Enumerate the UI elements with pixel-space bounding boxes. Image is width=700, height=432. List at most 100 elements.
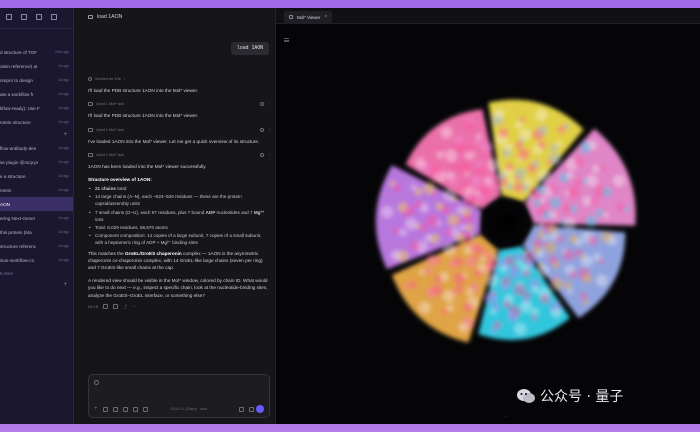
tool-icon[interactable] — [122, 406, 128, 412]
atom-speckle — [513, 283, 526, 296]
assistant-message: 1AON has been loaded into the Mol* viewe… — [88, 164, 207, 170]
overview-heading: Structure overview of 1AON: — [88, 176, 152, 182]
sidebar-toolbar — [0, 8, 73, 26]
atom-speckle — [414, 200, 423, 209]
attach-icon[interactable] — [94, 380, 99, 385]
atom-speckle — [599, 165, 606, 172]
sidebar-item-active[interactable]: AON — [0, 197, 73, 211]
settings-icon[interactable] — [239, 406, 244, 412]
user-message: load 1AON — [231, 42, 269, 55]
sidebar-item[interactable]: rotein 1d ago — [0, 183, 73, 197]
atom-speckle — [579, 292, 588, 301]
mic-icon[interactable] — [249, 406, 254, 412]
more-icon[interactable]: ⋯ — [132, 304, 136, 310]
atom-speckle — [595, 209, 604, 218]
atom-speckle — [567, 186, 580, 199]
watermark-text: 公众号 · 量子 — [540, 389, 624, 405]
search-icon[interactable] — [21, 14, 27, 20]
sidebar-item[interactable]: d structure of TOF 24m ago — [0, 45, 73, 59]
add-icon[interactable]: + — [63, 282, 67, 288]
atom-speckle — [418, 269, 425, 276]
composer-toolbar: + GLM-5.1 (Zhipu) · auto — [94, 406, 264, 412]
tool-call-row[interactable]: Used 1 Mol* tool › — [88, 99, 270, 109]
atom-speckle — [551, 307, 562, 318]
atom-speckle — [535, 184, 546, 195]
mol-viewer-panel: Mol* Viewer × ⋯ 公众号 · 量子 — [276, 8, 700, 424]
sidebar-item[interactable]: ate a workflow fr 1d ago — [0, 87, 73, 101]
sidebar-item[interactable]: structure referenc 1d ago — [0, 239, 73, 253]
model-selector[interactable]: GLM-5.1 (Zhipu) · auto — [171, 407, 208, 411]
atom-speckle — [552, 260, 561, 269]
atom-speckle — [499, 264, 508, 273]
sidebar-item[interactable]: flow-antibody-des 1d ago — [0, 141, 73, 155]
molecule-render[interactable] — [276, 8, 700, 424]
atom-speckle — [466, 117, 473, 124]
chat-bubble-icon — [88, 15, 93, 19]
file-icon[interactable] — [102, 406, 108, 412]
atom-speckle — [542, 234, 549, 241]
atom-speckle — [547, 224, 558, 235]
list-item: 7 small chains (O–U), each 97 residues, … — [88, 209, 270, 223]
sidebar-item[interactable]: rotein structure 1d ago — [0, 115, 73, 129]
code-icon[interactable] — [142, 406, 148, 412]
sidebar-item[interactable]: se plugin @mcp:pr 1d ago — [0, 155, 73, 169]
atom-speckle — [513, 182, 524, 193]
atom-speckle — [503, 300, 512, 309]
send-button[interactable] — [256, 405, 264, 413]
atom-speckle — [453, 272, 466, 285]
tool-call-row[interactable]: Used 1 Mol* tool › — [88, 125, 270, 135]
atom-speckle — [448, 260, 457, 269]
atom-speckle — [480, 141, 493, 154]
settings-icon[interactable] — [36, 14, 42, 20]
sidebar: d structure of TOF 24m ago otein referenc… — [0, 8, 74, 424]
atom-speckle — [423, 182, 436, 195]
atom-speckle — [474, 244, 485, 255]
branch-icon[interactable]: ⤴ — [123, 304, 127, 310]
add-icon[interactable]: + — [63, 132, 67, 138]
atom-speckle — [536, 249, 545, 258]
status-icon — [259, 127, 264, 132]
sidebar-item[interactable]: this protein (Ma 1d ago — [0, 225, 73, 239]
atom-speckle — [587, 140, 598, 151]
panel-toggle-icon[interactable] — [6, 14, 12, 20]
worked-indicator[interactable]: Worked for 10s › — [88, 74, 270, 84]
atom-speckle — [548, 210, 557, 219]
atom-speckle — [463, 302, 474, 313]
tool-call-row[interactable]: Used 1 Mol* tool › — [88, 150, 270, 160]
sidebar-item[interactable]: isoe-workflow-co 1d ago — [0, 253, 73, 267]
atom-speckle — [531, 159, 540, 168]
atom-speckle — [458, 162, 471, 175]
atom-speckle — [514, 322, 527, 335]
copy-icon[interactable] — [103, 304, 109, 310]
atom-speckle — [531, 285, 540, 294]
sidebar-item[interactable]: e a structure 1d ago — [0, 169, 73, 183]
retry-icon[interactable] — [113, 304, 119, 310]
resize-handle-icon[interactable]: ⋯ — [502, 414, 507, 420]
sidebar-item[interactable]: nmpro to design 1d ago — [0, 73, 73, 87]
atom-speckle — [549, 152, 562, 165]
atom-speckle — [536, 205, 547, 216]
message-composer[interactable]: + GLM-5.1 (Zhipu) · auto — [88, 374, 270, 418]
atom-speckle — [445, 149, 458, 162]
atom-speckle — [496, 170, 507, 181]
atom-speckle — [473, 268, 482, 277]
atom-speckle — [440, 126, 453, 139]
atom-speckle — [524, 178, 533, 187]
sidebar-item[interactable]: otein reference) at 1d ago — [0, 59, 73, 73]
show-more-link[interactable]: 5 more — [0, 267, 73, 279]
sidebar-item[interactable]: ering Next-Gener 1d ago — [0, 211, 73, 225]
sidebar-section-header: + — [0, 129, 73, 141]
atom-speckle — [491, 326, 498, 333]
atom-speckle — [465, 121, 474, 130]
atom-speckle — [582, 299, 589, 306]
new-chat-icon[interactable] — [51, 14, 57, 20]
tool-icon — [88, 102, 93, 107]
sidebar-item[interactable]: kflow-ready): Use F 1d ago — [0, 101, 73, 115]
atom-speckle — [465, 145, 474, 154]
atom-speckle — [426, 254, 439, 267]
atom-speckle — [393, 227, 400, 234]
image-icon[interactable] — [132, 406, 138, 412]
folder-icon[interactable] — [112, 406, 118, 412]
atom-speckle — [595, 274, 608, 287]
add-icon[interactable]: + — [94, 406, 98, 412]
